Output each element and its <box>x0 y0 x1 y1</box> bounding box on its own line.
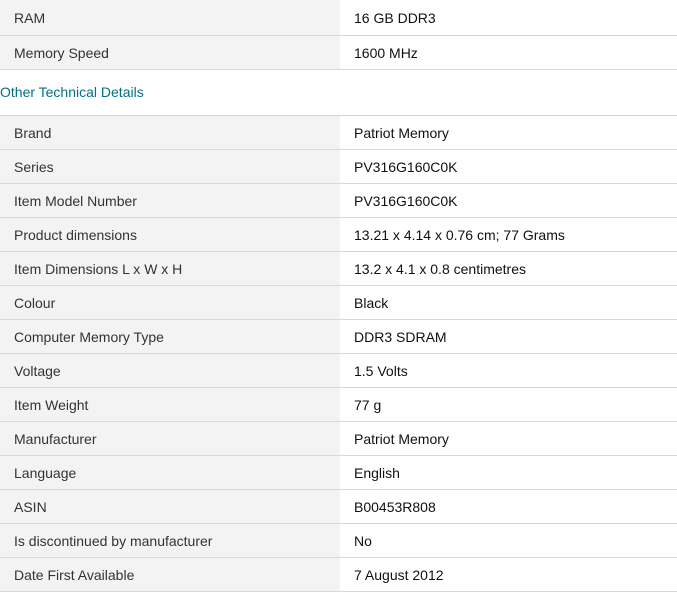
table-row: Series PV316G160C0K <box>0 149 677 184</box>
table-row: ASIN B00453R808 <box>0 489 677 524</box>
spec-value: Patriot Memory <box>340 421 677 456</box>
spec-value: 1600 MHz <box>340 35 677 70</box>
top-specs-table: RAM 16 GB DDR3 Memory Speed 1600 MHz <box>0 0 677 70</box>
table-row: Colour Black <box>0 285 677 320</box>
spec-label: Series <box>0 149 340 184</box>
table-row: Product dimensions 13.21 x 4.14 x 0.76 c… <box>0 217 677 252</box>
spec-value: English <box>340 455 677 490</box>
spec-label: Is discontinued by manufacturer <box>0 523 340 558</box>
spec-label: Brand <box>0 115 340 150</box>
spec-label: Memory Speed <box>0 35 340 70</box>
spec-label: Voltage <box>0 353 340 388</box>
spec-value: PV316G160C0K <box>340 149 677 184</box>
spec-value: 77 g <box>340 387 677 422</box>
table-row: Computer Memory Type DDR3 SDRAM <box>0 319 677 354</box>
spec-label: Product dimensions <box>0 217 340 252</box>
table-row: RAM 16 GB DDR3 <box>0 0 677 36</box>
spec-value: Patriot Memory <box>340 115 677 150</box>
spec-value: 13.21 x 4.14 x 0.76 cm; 77 Grams <box>340 217 677 252</box>
table-row: Language English <box>0 455 677 490</box>
table-row: Voltage 1.5 Volts <box>0 353 677 388</box>
spec-label: Item Dimensions L x W x H <box>0 251 340 286</box>
spec-label: Manufacturer <box>0 421 340 456</box>
spec-value: Black <box>340 285 677 320</box>
spec-value: 7 August 2012 <box>340 557 677 592</box>
spec-value: B00453R808 <box>340 489 677 524</box>
table-row: Date First Available 7 August 2012 <box>0 557 677 592</box>
spec-value: 16 GB DDR3 <box>340 0 677 36</box>
spec-value: 1.5 Volts <box>340 353 677 388</box>
spec-label: Colour <box>0 285 340 320</box>
spec-label: Date First Available <box>0 557 340 592</box>
spec-label: Item Weight <box>0 387 340 422</box>
table-row: Brand Patriot Memory <box>0 115 677 150</box>
spec-label: Language <box>0 455 340 490</box>
table-row: Item Dimensions L x W x H 13.2 x 4.1 x 0… <box>0 251 677 286</box>
spec-value: 13.2 x 4.1 x 0.8 centimetres <box>340 251 677 286</box>
spec-value: DDR3 SDRAM <box>340 319 677 354</box>
spec-label: Computer Memory Type <box>0 319 340 354</box>
section-heading-other-technical-details[interactable]: Other Technical Details <box>0 70 677 115</box>
other-technical-details-table: Brand Patriot Memory Series PV316G160C0K… <box>0 115 677 592</box>
table-row: Manufacturer Patriot Memory <box>0 421 677 456</box>
spec-label: Item Model Number <box>0 183 340 218</box>
table-row: Is discontinued by manufacturer No <box>0 523 677 558</box>
table-row: Item Model Number PV316G160C0K <box>0 183 677 218</box>
table-row: Memory Speed 1600 MHz <box>0 35 677 70</box>
table-row: Item Weight 77 g <box>0 387 677 422</box>
spec-value: No <box>340 523 677 558</box>
spec-value: PV316G160C0K <box>340 183 677 218</box>
spec-label: ASIN <box>0 489 340 524</box>
spec-label: RAM <box>0 0 340 36</box>
